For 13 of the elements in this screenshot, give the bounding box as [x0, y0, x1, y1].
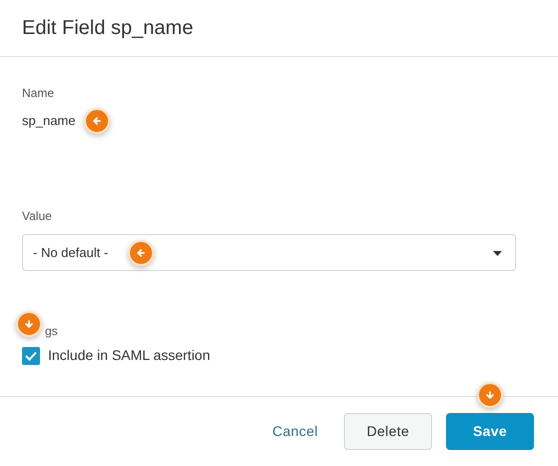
- save-button[interactable]: Save: [446, 413, 534, 450]
- field-label: Name: [22, 85, 56, 102]
- cancel-link[interactable]: Cancel: [260, 413, 330, 450]
- field-label: Value: [22, 208, 53, 225]
- dropdown-caret-icon: [493, 251, 502, 256]
- value-select[interactable]: - No default -: [22, 234, 516, 271]
- field-label: gs: [45, 323, 58, 340]
- checkbox-label: Include in SAML assertion: [48, 346, 210, 365]
- checkbox[interactable]: [22, 346, 40, 364]
- field-value: sp_name: [22, 112, 76, 130]
- dialog-title: Edit Field sp_name: [22, 16, 194, 41]
- delete-button[interactable]: Delete: [344, 413, 432, 450]
- check-icon: [25, 350, 37, 360]
